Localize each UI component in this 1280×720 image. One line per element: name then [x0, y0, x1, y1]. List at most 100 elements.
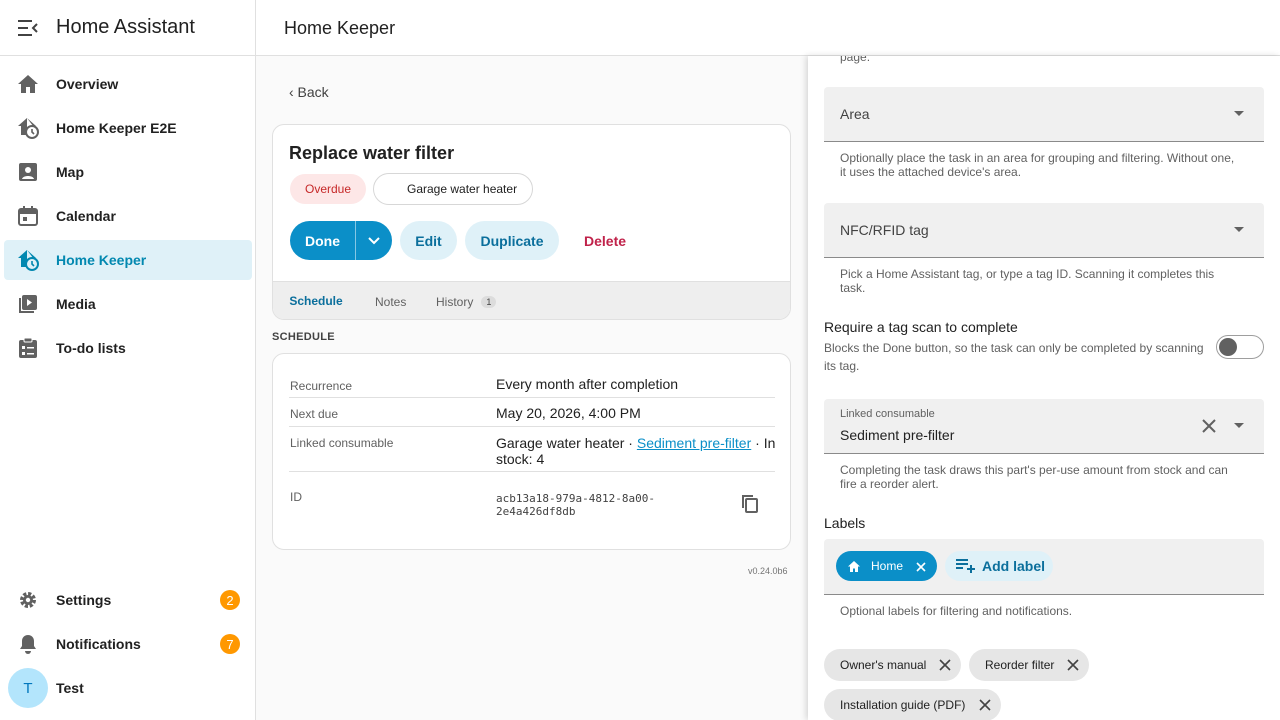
map-icon — [4, 162, 52, 182]
menu-toggle-button[interactable] — [0, 0, 56, 56]
app-title: Home Assistant — [56, 16, 195, 38]
chevron-down-icon — [368, 236, 380, 244]
edit-button[interactable]: Edit — [400, 221, 457, 260]
done-button[interactable]: Done — [290, 221, 356, 260]
status-badge: Overdue — [290, 174, 367, 204]
attachment-chip[interactable]: Owner's manual — [824, 649, 961, 681]
row-key: Next due — [290, 407, 339, 421]
task-tabs: Schedule Notes History 1 — [273, 281, 790, 319]
attachment-chip-text: Installation guide (PDF) — [840, 698, 966, 712]
sidebar-item-home-keeper-e2e[interactable]: Home Keeper E2E — [4, 108, 252, 148]
row-value: Garage water heater · Sediment pre-filte… — [496, 435, 776, 467]
sidebar-header: Home Assistant — [0, 0, 255, 56]
sidebar-item-label: Settings — [56, 592, 112, 608]
row-key: Linked consumable — [290, 436, 394, 450]
media-icon — [4, 294, 52, 314]
schedule-row-recurrence: Recurrence Every month after completion — [289, 370, 775, 398]
toggle-knob — [1219, 338, 1237, 356]
close-icon — [1202, 419, 1216, 433]
require-tag-title: Require a tag scan to complete — [824, 319, 1018, 335]
playlist-plus-icon — [956, 559, 975, 573]
gear-icon — [4, 590, 52, 610]
calendar-icon — [4, 206, 52, 226]
sidebar-item-media[interactable]: Media — [4, 284, 252, 324]
attachment-chip-text: Reorder filter — [985, 658, 1055, 672]
tab-schedule[interactable]: Schedule — [273, 282, 359, 319]
home-clock-icon — [4, 249, 52, 271]
sidebar-item-map[interactable]: Map — [4, 152, 252, 192]
home-clock-icon — [4, 117, 52, 139]
sidebar-item-calendar[interactable]: Calendar — [4, 196, 252, 236]
linked-consumable-help: Completing the task draws this part's pe… — [840, 463, 1228, 491]
schedule-row-next-due: Next due May 20, 2026, 4:00 PM — [289, 398, 775, 427]
user-name: Test — [56, 680, 84, 696]
sidebar-item-settings[interactable]: Settings 2 — [4, 580, 252, 620]
top-bar: Home Keeper — [256, 0, 1280, 56]
done-menu-button[interactable] — [356, 221, 392, 260]
sidebar-item-label: Notifications — [56, 636, 141, 652]
sidebar-item-todo-lists[interactable]: To-do lists — [4, 328, 252, 368]
area-help: Optionally place the task in an area for… — [840, 151, 1235, 179]
dropdown-caret-icon — [1234, 423, 1244, 428]
delete-button[interactable]: Delete — [584, 221, 626, 260]
help-text-fragment: page. — [840, 56, 871, 64]
label-chip-home[interactable]: Home — [836, 551, 937, 581]
row-value: May 20, 2026, 4:00 PM — [496, 405, 641, 421]
attachment-chip[interactable]: Reorder filter — [969, 649, 1089, 681]
home-icon — [848, 560, 860, 572]
consumable-link[interactable]: Sediment pre-filter — [637, 435, 751, 451]
back-link[interactable]: ‹ Back — [289, 84, 329, 100]
attachment-chip[interactable]: Installation guide (PDF) — [824, 689, 1001, 720]
copy-button[interactable] — [741, 494, 759, 519]
close-icon[interactable] — [939, 659, 951, 671]
remove-label-button[interactable] — [916, 561, 926, 575]
version-text: v0.24.0b6 — [748, 566, 788, 576]
area-select[interactable]: Area — [824, 87, 1264, 142]
label-chip-text: Home — [871, 559, 904, 573]
avatar: T — [8, 668, 48, 708]
require-tag-description: Blocks the Done button, so the task can … — [824, 341, 1204, 373]
schedule-row-id: ID acb13a18-979a-4812-8a00-2e4a426df8db — [289, 472, 775, 534]
area-label: Area — [840, 106, 870, 122]
add-label-button[interactable]: Add label — [945, 551, 1053, 581]
duplicate-button[interactable]: Duplicate — [465, 221, 559, 260]
avatar-wrapper: T — [4, 668, 52, 708]
todo-list-icon — [4, 337, 52, 359]
row-value: Every month after completion — [496, 376, 679, 392]
nfc-tag-help: Pick a Home Assistant tag, or type a tag… — [840, 267, 1215, 295]
page-title: Home Keeper — [284, 18, 396, 38]
nfc-tag-select[interactable]: NFC/RFID tag — [824, 203, 1264, 258]
close-icon — [916, 562, 926, 572]
close-icon[interactable] — [979, 699, 991, 711]
settings-badge: 2 — [220, 590, 240, 610]
row-key: ID — [290, 490, 302, 504]
schedule-card: Recurrence Every month after completion … — [272, 353, 791, 550]
row-value: acb13a18-979a-4812-8a00-2e4a426df8db — [496, 492, 655, 518]
linked-consumable-select[interactable]: Linked consumable Sediment pre-filter — [824, 399, 1264, 454]
sidebar-item-notifications[interactable]: Notifications 7 — [4, 624, 252, 664]
attachment-chip-text: Owner's manual — [840, 658, 927, 672]
sidebar-item-overview[interactable]: Overview — [4, 64, 252, 104]
dropdown-caret-icon — [1234, 111, 1244, 116]
tab-notes[interactable]: Notes — [375, 282, 406, 319]
tab-history[interactable]: History 1 — [436, 282, 497, 319]
notifications-badge: 7 — [220, 634, 240, 654]
add-label-text: Add label — [982, 558, 1046, 574]
device-chip[interactable]: Garage water heater — [373, 173, 534, 205]
require-tag-toggle[interactable] — [1216, 335, 1264, 359]
clear-button[interactable] — [1202, 419, 1216, 438]
sidebar-item-home-keeper[interactable]: Home Keeper — [4, 240, 252, 280]
sidebar-item-label: Media — [56, 296, 96, 312]
close-icon[interactable] — [1067, 659, 1079, 671]
sidebar-item-user[interactable]: T Test — [4, 668, 252, 708]
linked-consumable-label: Linked consumable — [840, 408, 935, 420]
dropdown-caret-icon — [1234, 227, 1244, 232]
copy-icon — [742, 495, 758, 513]
tab-history-label: History — [436, 295, 474, 309]
task-card: Replace water filter Overdue Garage wate… — [272, 124, 791, 320]
task-title: Replace water filter — [289, 143, 455, 163]
schedule-heading: SCHEDULE — [272, 331, 335, 343]
labels-heading: Labels — [824, 515, 866, 531]
bell-icon — [4, 634, 52, 654]
schedule-row-linked-consumable: Linked consumable Garage water heater · … — [289, 427, 775, 472]
